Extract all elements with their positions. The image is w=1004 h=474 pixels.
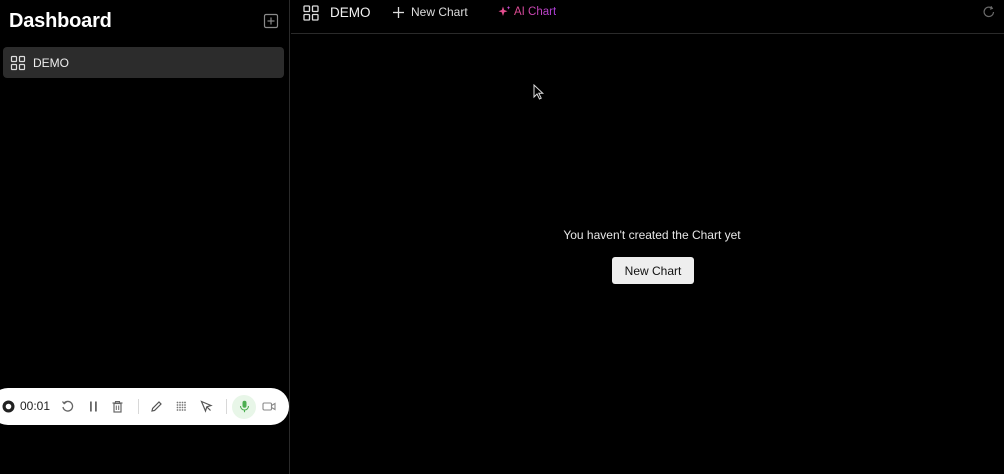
- sidebar-item-label: DEMO: [33, 55, 69, 70]
- add-dashboard-button[interactable]: [263, 13, 279, 29]
- trash-icon: [112, 400, 123, 413]
- empty-state-message: You haven't created the Chart yet: [563, 228, 741, 242]
- mouse-cursor-icon: [533, 84, 544, 100]
- dashboard-grid-icon: [10, 55, 26, 71]
- sidebar-item-demo[interactable]: DEMO: [3, 47, 284, 78]
- pause-button[interactable]: [87, 400, 100, 413]
- dashboard-grid-icon: [303, 5, 319, 21]
- pause-icon: [90, 401, 97, 412]
- new-chart-label: New Chart: [411, 5, 468, 19]
- delete-recording-button[interactable]: [111, 400, 124, 413]
- top-toolbar: DEMO New Chart AI Chart: [291, 0, 1004, 34]
- toolbar-divider: [226, 399, 227, 414]
- grid-icon: [176, 401, 186, 411]
- pointer-button[interactable]: [200, 400, 213, 413]
- pen-icon: [151, 401, 162, 412]
- restart-icon: [61, 400, 74, 412]
- pointer-icon: [200, 400, 213, 413]
- camera-icon: [262, 402, 276, 411]
- blur-button[interactable]: [175, 400, 188, 413]
- ai-chart-button[interactable]: AI Chart: [498, 5, 556, 18]
- new-chart-toolbar-button[interactable]: New Chart: [392, 5, 468, 19]
- refresh-button[interactable]: [982, 5, 996, 19]
- sidebar-title: Dashboard: [9, 9, 112, 32]
- mic-icon: [239, 400, 250, 413]
- record-icon: [2, 400, 15, 413]
- app-window: Dashboard DEMO 00:01 DEMO New Chart AI C…: [0, 0, 1004, 474]
- sidebar: Dashboard DEMO 00:01: [0, 0, 290, 474]
- ai-chart-label: AI Chart: [514, 5, 557, 18]
- refresh-icon: [983, 5, 995, 18]
- new-chart-button[interactable]: New Chart: [612, 257, 694, 284]
- toolbar-divider: [138, 399, 139, 414]
- camera-toggle[interactable]: [262, 400, 276, 413]
- add-square-icon: [263, 13, 279, 29]
- plus-icon: [393, 6, 404, 18]
- sparkle-icon: [498, 5, 511, 16]
- dashboard-name: DEMO: [330, 5, 371, 20]
- screen-recorder-toolbar: 00:01: [0, 388, 289, 425]
- sidebar-header: Dashboard: [9, 7, 279, 35]
- microphone-toggle[interactable]: [238, 400, 251, 413]
- restart-button[interactable]: [61, 400, 74, 413]
- record-button[interactable]: [2, 400, 15, 413]
- recording-timer: 00:01: [20, 399, 51, 413]
- draw-button[interactable]: [150, 400, 163, 413]
